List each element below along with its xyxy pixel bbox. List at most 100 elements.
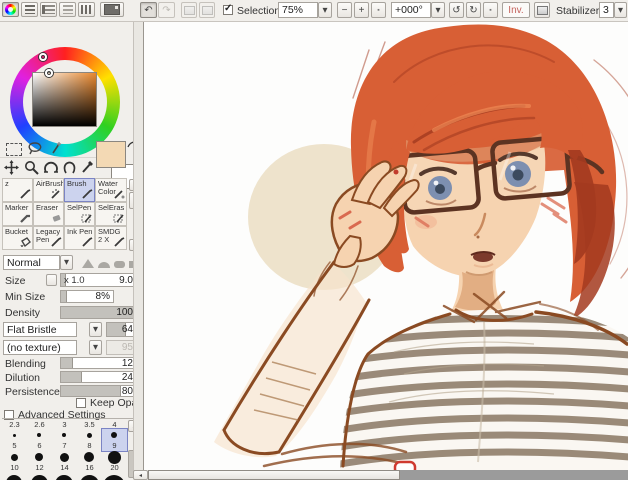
invert-colors-button[interactable]: Inv. [502,2,530,18]
chevron-down-icon: ▾ [93,342,98,353]
blend-mode-dropdown-button[interactable]: ▾ [60,255,73,270]
zoom-value-field[interactable]: 75% [278,2,318,18]
rotate-reset-button[interactable]: ▪ [483,2,498,18]
size-cell[interactable]: 3.5 [77,420,102,429]
min-size-value: 8% [96,291,110,302]
size-cell[interactable]: 12 [27,451,52,473]
sv-selector[interactable] [45,69,53,77]
size-cell[interactable]: 5 [2,429,27,451]
size-cell[interactable]: 2.3 [2,420,27,429]
selection-checkbox[interactable] [223,5,233,15]
tip-shape-dome-icon[interactable] [98,262,110,268]
tip-shape-triangle-icon[interactable] [82,259,94,268]
size-cell-selected[interactable]: 9 [102,429,127,451]
move-tool[interactable] [4,160,19,175]
angle-dropdown-button[interactable]: ▾ [431,2,445,18]
min-size-slider[interactable]: 8% [60,290,114,303]
persistence-slider[interactable]: 80 [60,385,137,397]
eraser-icon [50,212,62,224]
zoom-in-button[interactable]: + [354,2,369,18]
foreground-color-swatch[interactable] [96,141,126,168]
tool-smdg2[interactable]: SMDG 2 X [95,226,127,250]
eyedropper-tool[interactable] [80,159,95,175]
tool-airbrush[interactable]: AirBrush [33,178,64,202]
dilution-slider[interactable]: 24 [60,371,137,383]
size-cell[interactable]: 14 [52,451,77,473]
size-multiplier: x 1.0 [64,274,85,286]
hscroll-thumb[interactable] [148,470,400,480]
size-cell[interactable]: 10 [2,451,27,473]
brush-shape-select[interactable]: Flat Bristle [3,322,77,337]
texture-select[interactable]: (no texture) [3,340,77,355]
stabilizer-value-field[interactable]: 3 [599,2,614,18]
tool-eraser[interactable]: Eraser [33,202,64,226]
stabilizer-dropdown-button[interactable]: ▾ [614,2,627,18]
size-cell[interactable]: 7 [52,429,77,451]
lasso-tool[interactable] [27,141,43,155]
size-unit-button[interactable] [46,274,57,286]
hand-tool[interactable] [62,160,77,175]
brush-shape-dropdown-button[interactable]: ▾ [89,322,102,337]
tip-shape-rounded-icon[interactable] [114,261,125,268]
hscroll-left-button[interactable]: ◂ [133,470,148,480]
tab-swatches[interactable] [78,2,95,17]
persistence-value: 80 [122,386,133,396]
tool-selpen[interactable]: SelPen [64,202,95,226]
rect-select-tool[interactable] [6,143,22,156]
size-cell[interactable] [2,473,27,480]
texture-dropdown-button[interactable]: ▾ [89,340,102,355]
tab-rgb-sliders[interactable] [21,2,38,17]
zoom-out-button[interactable]: − [337,2,352,18]
size-cell[interactable] [27,473,52,480]
tool-legacy-pen[interactable]: Legacy Pen [33,226,64,250]
painttool-sai-window: ↶ ↷ Selection 75% ▾ − + ▪ +000° ▾ ↺ ↻ ▪ … [0,0,628,480]
tool-palette: z AirBrush Brush Water Color Marker Eras… [2,178,141,252]
size-cell[interactable]: 6 [27,429,52,451]
flip-horizontal-button[interactable] [534,2,550,18]
keep-opacity-checkbox[interactable] [76,398,86,408]
redo-icon: ↷ [162,5,170,16]
blending-slider[interactable]: 12 [60,357,137,369]
zoom-dropdown-button[interactable]: ▾ [318,2,332,18]
dilution-value: 24 [122,372,133,382]
tool-watercolor[interactable]: Water Color [95,178,127,202]
size-cell[interactable]: 4 [102,420,127,429]
magic-wand-tool[interactable] [49,140,63,155]
zoom-value: 75% [282,4,303,16]
tab-scratchpad[interactable] [100,2,124,17]
deselect-button[interactable] [181,2,197,18]
rotate-ccw-button[interactable]: ↺ [449,2,464,18]
hue-selector[interactable] [39,53,47,61]
horizontal-scrollbar[interactable] [148,470,628,480]
canvas-viewport[interactable] [143,22,628,470]
size-slider[interactable]: x 1.0 9.0 [60,273,137,287]
tool-marker[interactable]: Marker [2,202,33,226]
zoom-reset-button[interactable]: ▪ [371,2,386,18]
size-cell[interactable] [52,473,77,480]
saturation-value-square[interactable] [32,72,97,127]
size-cell[interactable] [102,473,127,480]
zoom-tool[interactable] [24,160,39,175]
tool-seleras[interactable]: SelEras [95,202,127,226]
tool-z[interactable]: z [2,178,33,202]
redo-button[interactable]: ↷ [158,2,175,18]
rotate-tool[interactable] [43,160,59,175]
invert-selection-button[interactable] [199,2,215,18]
tool-ink-pen[interactable]: Ink Pen [64,226,95,250]
size-cell[interactable]: 16 [77,451,102,473]
undo-button[interactable]: ↶ [140,2,157,18]
tab-color-wheel[interactable] [2,2,19,17]
rotate-cw-button[interactable]: ↻ [466,2,481,18]
tab-color-mixer[interactable] [59,2,76,17]
size-cell[interactable]: 20 [102,451,127,473]
angle-value-field[interactable]: +000° [391,2,431,18]
size-cell[interactable]: 8 [77,429,102,451]
size-cell[interactable]: 3 [52,420,77,429]
size-cell[interactable] [77,473,102,480]
blend-mode-select[interactable]: Normal [3,255,60,270]
size-cell[interactable]: 2.6 [27,420,52,429]
tab-hsv-sliders[interactable] [40,2,57,17]
tool-bucket[interactable]: Bucket [2,226,33,250]
tool-brush[interactable]: Brush [64,178,95,202]
density-slider[interactable]: 100 [60,306,137,319]
